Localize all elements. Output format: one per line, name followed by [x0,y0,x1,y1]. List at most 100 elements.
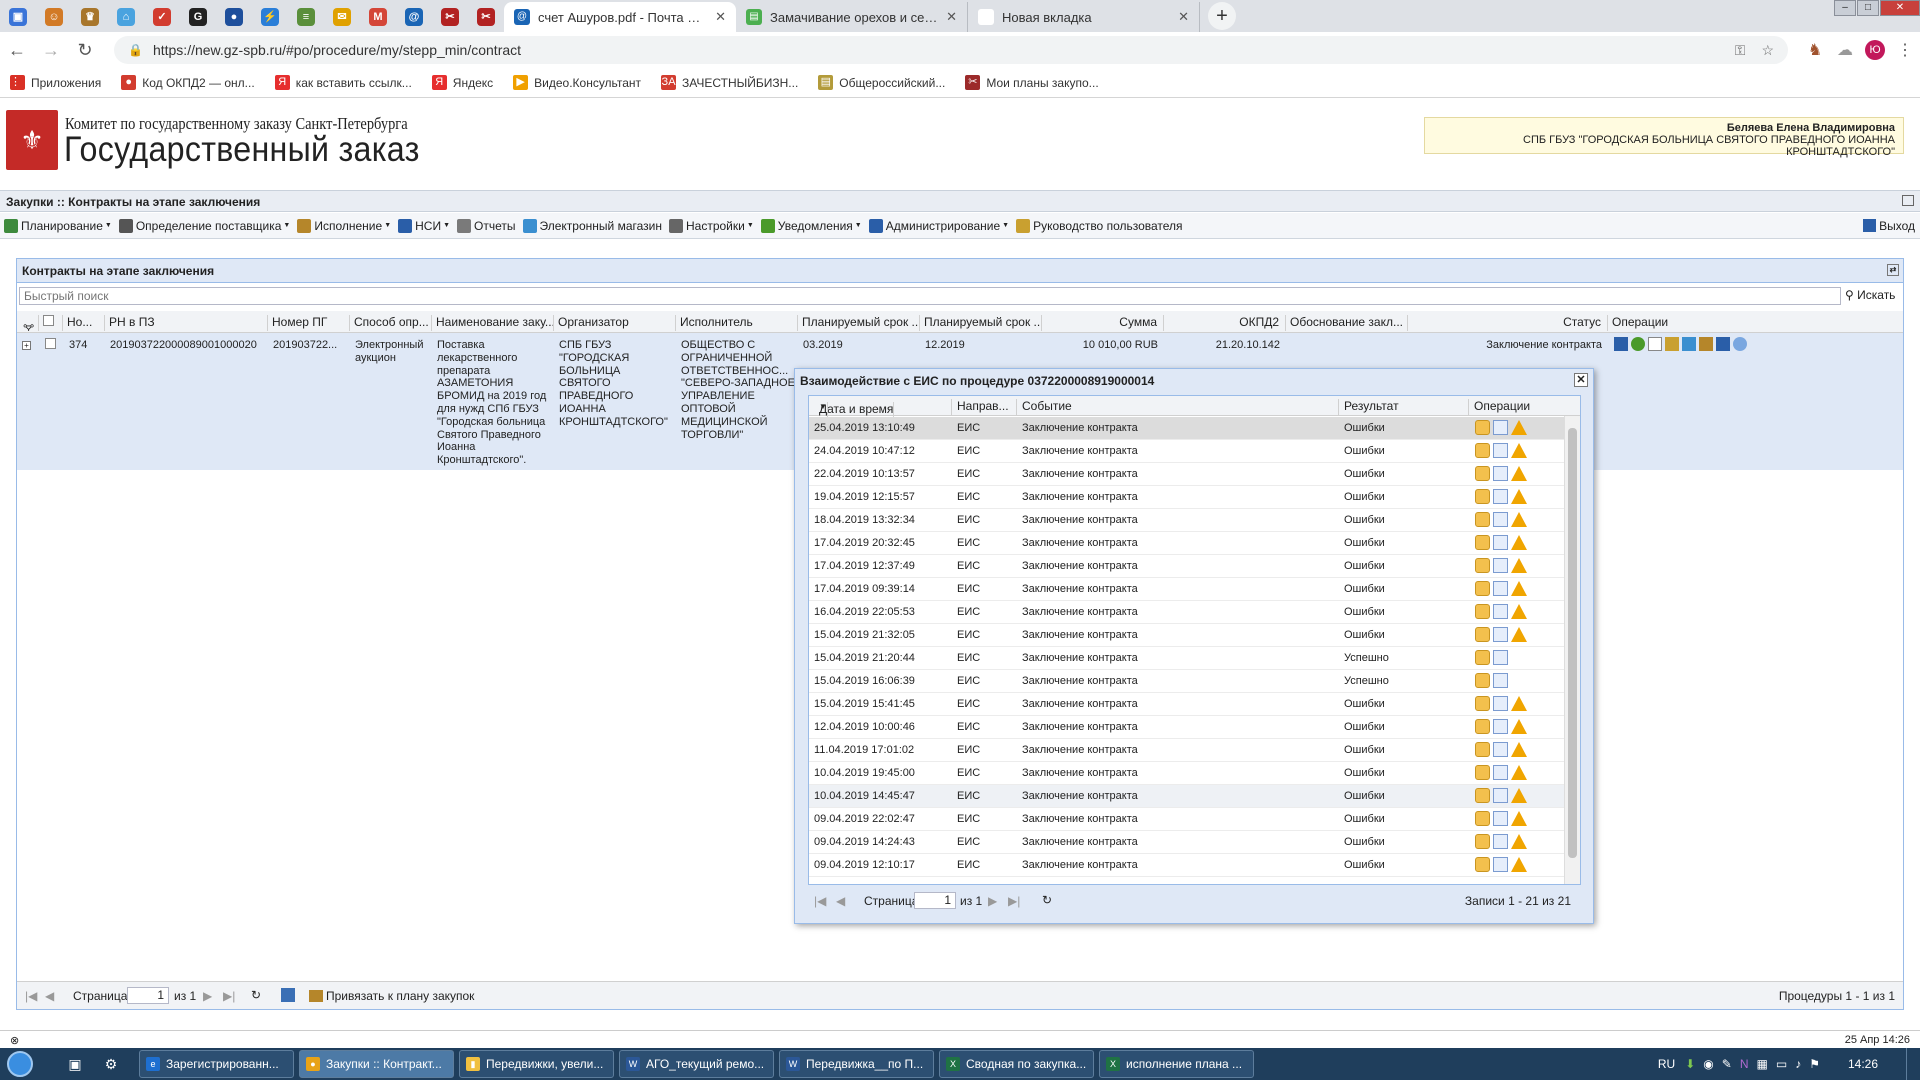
document-icon[interactable] [1493,742,1508,757]
table-row[interactable]: 19.04.2019 12:15:57 ЕИС Заключение контрак… [809,486,1566,509]
document-icon[interactable] [1493,443,1508,458]
document-icon[interactable] [1493,581,1508,596]
col-status[interactable]: Статус [1408,315,1608,331]
package-icon[interactable] [1475,420,1490,435]
col-number[interactable]: Но... [63,315,105,331]
document-icon[interactable] [1648,337,1662,351]
show-desktop-button[interactable] [1906,1048,1920,1080]
table-row[interactable]: 11.04.2019 17:01:02 ЕИС Заключение контрак… [809,739,1566,762]
bookmark-item[interactable]: ▤ Общероссийский... [818,75,945,90]
warning-icon[interactable] [1511,742,1527,757]
col-pg[interactable]: Номер ПГ [268,315,350,331]
close-window-button[interactable]: ✕ [1880,0,1920,16]
pinned-tab[interactable]: ● [216,2,252,32]
warning-icon[interactable] [1511,581,1527,596]
pinned-tab[interactable]: ⌂ [108,2,144,32]
taskbar-window-button[interactable]: X Сводная по закупка... [939,1050,1094,1078]
taskbar-window-button[interactable]: Xисполнение плана ... [1099,1050,1254,1078]
pinned-tab[interactable]: ✂ [432,2,468,32]
warning-icon[interactable] [1511,604,1527,619]
pinned-tab[interactable]: ✓ [144,2,180,32]
warning-icon[interactable] [1511,719,1527,734]
page-number-input[interactable]: 1 [127,987,169,1004]
document-icon[interactable] [1493,719,1508,734]
col-purchase-name[interactable]: Наименование заку... [432,315,554,331]
pinned-tab[interactable]: @ [396,2,432,32]
bookmark-item[interactable]: ЗА ЗАЧЕСТНЫЙБИЗН... [661,75,798,90]
close-icon[interactable]: ✕ [1574,373,1588,387]
bookmark-item[interactable]: ▶ Видео.Консультант [513,75,641,90]
table-row[interactable]: 17.04.2019 20:32:45 ЕИС Заключение контрак… [809,532,1566,555]
minimize-button[interactable]: – [1834,0,1856,16]
bookmark-item[interactable]: Якак вставить ссылк... [274,75,412,90]
bind-to-plan-button[interactable]: Привязать к плану закупок [309,989,474,1003]
spb-coat-of-arms-logo[interactable]: ⚜ [6,110,58,170]
menu-item[interactable]: Администрирование ▼ [868,218,1009,233]
package-icon[interactable] [1475,811,1490,826]
warning-icon[interactable] [1511,696,1527,711]
clock[interactable]: 14:26 [1848,1057,1878,1071]
table-row[interactable]: 15.04.2019 15:41:45 ЕИС Заключение контрак… [809,693,1566,716]
menu-item[interactable]: Руководство пользователя [1016,218,1183,233]
tray-tool-icon[interactable]: ✎ [1722,1057,1732,1071]
col-operations[interactable]: Операции [1608,315,1903,331]
start-button[interactable] [0,1048,40,1080]
forward-button[interactable]: → [34,40,68,61]
document-icon[interactable] [1493,420,1508,435]
col-executor[interactable]: Исполнитель [676,315,798,331]
browser-tab[interactable]: Новая вкладка ✕ [968,2,1200,32]
star-icon[interactable]: ☆ [1761,42,1774,59]
extension-cloud-icon[interactable]: ☁ [1830,40,1860,60]
pinned-tab[interactable]: ♛ [72,2,108,32]
menu-item[interactable]: Уведомления ▼ [760,218,862,233]
save-icon[interactable] [281,988,295,1002]
col-direction[interactable]: Направ... [952,399,1017,415]
warning-icon[interactable] [1511,834,1527,849]
search-button[interactable]: ⚲ Искать [1845,288,1895,302]
document-icon[interactable] [1493,811,1508,826]
reload-button[interactable]: ↻ [68,40,102,61]
taskbar-window-button[interactable]: e Зарегистрированн... [139,1050,294,1078]
tab-close-icon[interactable]: ✕ [946,9,957,25]
tray-skype-icon[interactable]: ◉ [1703,1057,1713,1071]
quicklaunch-settings-icon[interactable]: ⚙ [96,1050,126,1078]
package-icon[interactable] [1475,627,1490,642]
col-sum[interactable]: Сумма [1042,315,1164,331]
pinned-tab[interactable]: ▣ [0,2,36,32]
table-row[interactable]: 16.04.2019 22:05:53 ЕИС Заключение контрак… [809,601,1566,624]
table-row[interactable]: 10.04.2019 14:45:47 ЕИС Заключение контрак… [809,785,1566,808]
table-row[interactable]: 22.04.2019 10:13:57 ЕИС Заключение контрак… [809,463,1566,486]
package-icon[interactable] [1475,834,1490,849]
package-icon[interactable] [1475,558,1490,573]
menu-item[interactable]: Определение поставщика ▼ [118,218,290,233]
package-icon[interactable] [1475,650,1490,665]
tray-flag-icon[interactable]: ⚑ [1809,1057,1820,1071]
exit-button[interactable]: Выход [1863,219,1915,233]
warning-icon[interactable] [1511,788,1527,803]
back-button[interactable]: ← [0,40,34,61]
col-event[interactable]: Событие [1017,399,1339,415]
package-icon[interactable] [1475,673,1490,688]
prev-page-button[interactable]: ◀ [45,989,54,1003]
last-page-button[interactable]: ▶| [1008,894,1020,908]
bookmark-item[interactable]: ✂ Мои планы закупо... [965,75,1099,90]
last-page-button[interactable]: ▶| [223,989,235,1003]
package-icon[interactable] [1475,742,1490,757]
page-number-input[interactable]: 1 [914,892,956,909]
package-icon[interactable] [1475,719,1490,734]
document-icon[interactable] [1493,834,1508,849]
bookmark-item[interactable]: ⋮⋮ Приложения [10,75,101,90]
document-icon[interactable] [1493,558,1508,573]
row-checkbox[interactable] [45,338,56,353]
col-justification[interactable]: Обоснование закл... [1286,315,1408,331]
col-method[interactable]: Способ опр... [350,315,432,331]
tray-volume-icon[interactable]: ♪ [1795,1057,1801,1071]
menu-item[interactable]: Отчеты [457,218,516,233]
menu-item[interactable]: НСИ ▼ [398,218,450,233]
quick-search-input[interactable] [19,287,1841,305]
document-icon[interactable] [1493,788,1508,803]
col-organizer[interactable]: Организатор [554,315,676,331]
pinned-tab[interactable]: M [360,2,396,32]
package-icon[interactable] [1475,788,1490,803]
panel-refresh-icon[interactable]: ⇄ [1887,264,1899,276]
